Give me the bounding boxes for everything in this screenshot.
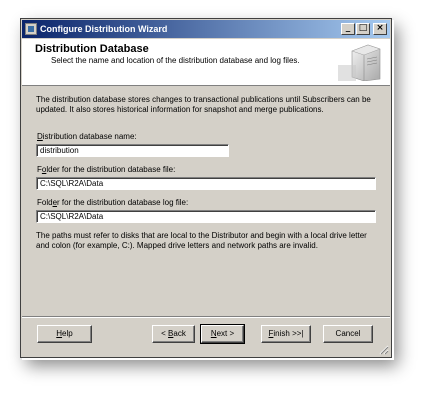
help-button[interactable]: Help — [37, 325, 92, 343]
log-folder-input[interactable]: C:\SQL\R2A\Data — [36, 210, 376, 223]
maximize-button[interactable]: □ — [356, 23, 370, 35]
minimize-button[interactable]: _ — [341, 23, 355, 35]
data-folder-input[interactable]: C:\SQL\R2A\Data — [36, 177, 376, 190]
cancel-button[interactable]: Cancel — [323, 325, 373, 343]
data-folder-label: Folder for the distribution database fil… — [37, 165, 176, 174]
next-button[interactable]: Next > — [200, 324, 245, 344]
wizard-window: Configure Distribution Wizard _ □ × Dist… — [20, 18, 392, 358]
button-separator — [22, 316, 390, 318]
close-button[interactable]: × — [373, 23, 387, 35]
window-title: Configure Distribution Wizard — [40, 24, 168, 34]
path-note: The paths must refer to disks that are l… — [36, 231, 367, 250]
page-title: Distribution Database — [35, 43, 149, 55]
db-name-label: Distribution database name: — [37, 132, 137, 141]
page-subtitle: Select the name and location of the dist… — [51, 56, 300, 65]
db-name-input[interactable]: distribution — [36, 144, 229, 157]
back-button[interactable]: < Back — [152, 325, 195, 343]
server-icon — [338, 44, 381, 81]
window-controls: _ □ × — [340, 23, 387, 35]
title-bar[interactable]: Configure Distribution Wizard _ □ × — [22, 20, 390, 38]
wizard-header: Distribution Database Select the name an… — [22, 39, 390, 86]
intro-text: The distribution database stores changes… — [36, 95, 371, 114]
wizard-content: The distribution database stores changes… — [22, 87, 390, 317]
log-folder-label: Folder for the distribution database log… — [37, 198, 189, 207]
finish-button[interactable]: Finish >>| — [261, 325, 311, 343]
app-icon[interactable] — [25, 23, 37, 35]
resize-grip-icon[interactable] — [379, 345, 389, 355]
